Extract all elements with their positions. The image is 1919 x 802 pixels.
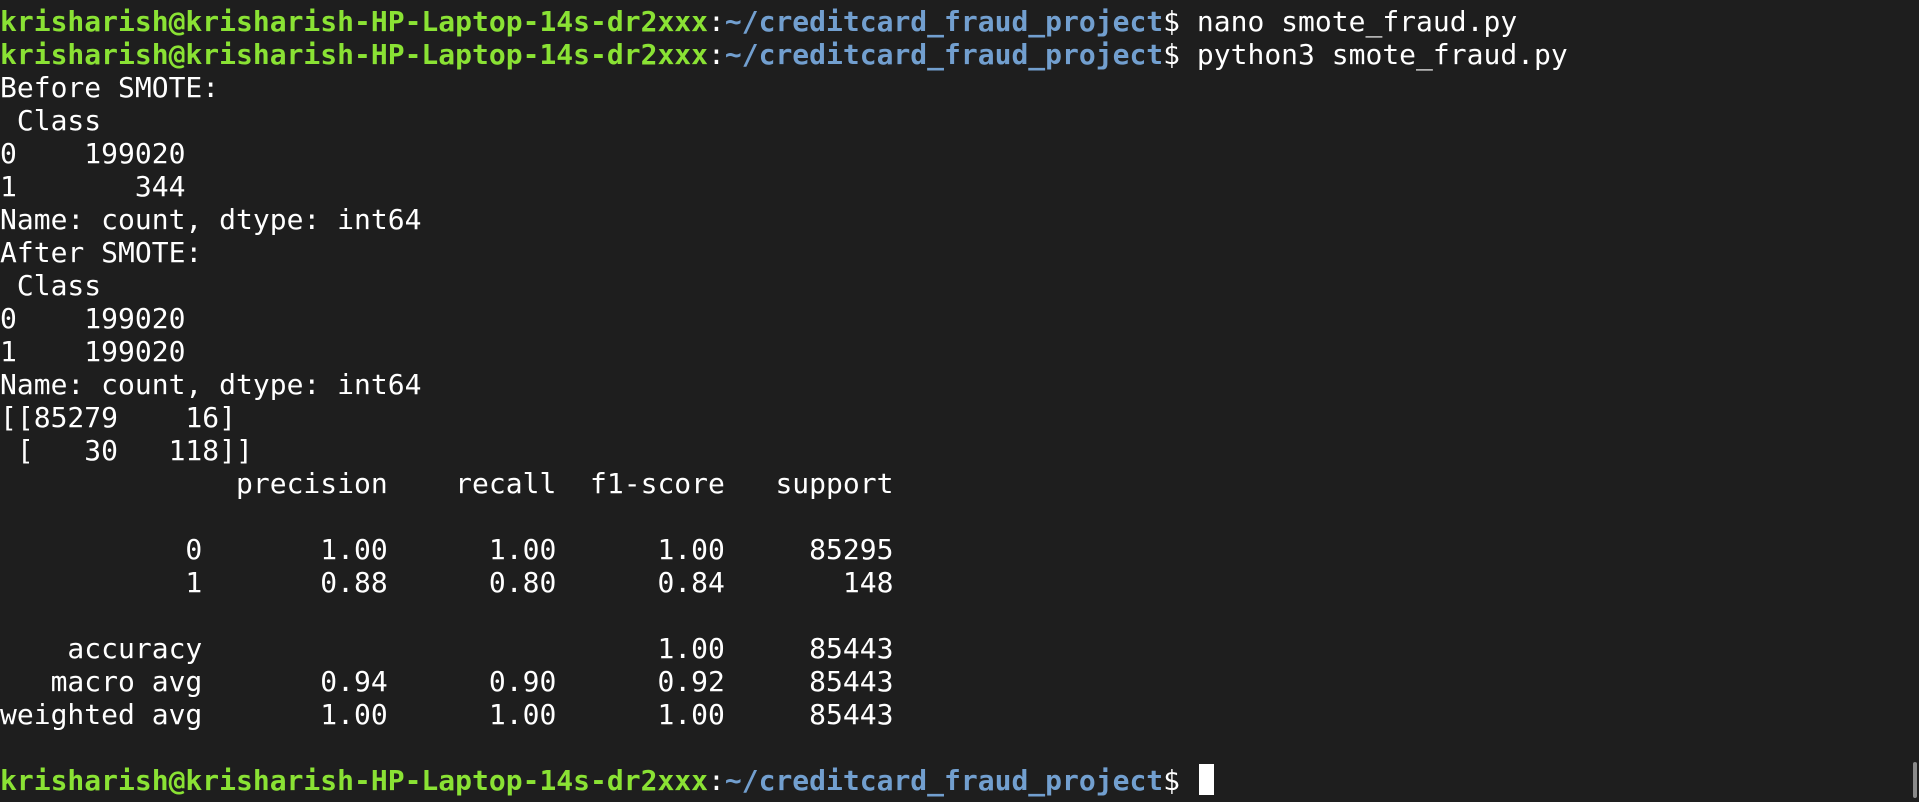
output-line: 1 199020: [0, 335, 186, 368]
output-line: 0 199020: [0, 302, 186, 335]
command-text: nano smote_fraud.py: [1196, 5, 1518, 38]
output-line: macro avg 0.94 0.90 0.92 85443: [0, 665, 894, 698]
command-line-1: krisharish@krisharish-HP-Laptop-14s-dr2x…: [0, 5, 1919, 38]
prompt-path: ~/creditcard_fraud_project: [724, 764, 1164, 797]
output-line: accuracy 1.00 85443: [0, 632, 894, 665]
prompt-separator: :: [708, 38, 725, 71]
prompt-symbol: $: [1163, 38, 1197, 71]
prompt-user-host: krisharish@krisharish-HP-Laptop-14s-dr2x…: [0, 5, 709, 38]
prompt-symbol: $: [1163, 5, 1197, 38]
prompt-separator: :: [708, 764, 725, 797]
output-line: Name: count, dtype: int64: [0, 368, 422, 401]
output-line: [[85279 16]: [0, 401, 237, 434]
output-line: weighted avg 1.00 1.00 1.00 85443: [0, 698, 894, 731]
prompt-separator: :: [708, 5, 725, 38]
active-prompt-line[interactable]: krisharish@krisharish-HP-Laptop-14s-dr2x…: [0, 764, 1919, 797]
output-line: Class: [0, 104, 102, 137]
command-text: python3 smote_fraud.py: [1196, 38, 1568, 71]
text-cursor: [1198, 764, 1214, 795]
output-line: 1 0.88 0.80 0.84 148: [0, 566, 894, 599]
prompt-symbol: $: [1163, 764, 1197, 797]
prompt-user-host: krisharish@krisharish-HP-Laptop-14s-dr2x…: [0, 764, 709, 797]
prompt-user-host: krisharish@krisharish-HP-Laptop-14s-dr2x…: [0, 38, 709, 71]
output-line: After SMOTE:: [0, 236, 203, 269]
output-line: Before SMOTE:: [0, 71, 220, 104]
output-line: Name: count, dtype: int64: [0, 203, 422, 236]
prompt-path: ~/creditcard_fraud_project: [724, 38, 1164, 71]
terminal-window[interactable]: krisharish@krisharish-HP-Laptop-14s-dr2x…: [0, 0, 1919, 802]
output-line: 1 344: [0, 170, 186, 203]
output-line: precision recall f1-score support: [0, 467, 894, 500]
prompt-path: ~/creditcard_fraud_project: [724, 5, 1164, 38]
command-line-2: krisharish@krisharish-HP-Laptop-14s-dr2x…: [0, 38, 1919, 71]
output-line: 0 1.00 1.00 1.00 85295: [0, 533, 894, 566]
output-line: 0 199020: [0, 137, 186, 170]
output-line: Class: [0, 269, 102, 302]
output-line: [ 30 118]]: [0, 434, 253, 467]
scrollbar-thumb[interactable]: [1913, 762, 1917, 798]
